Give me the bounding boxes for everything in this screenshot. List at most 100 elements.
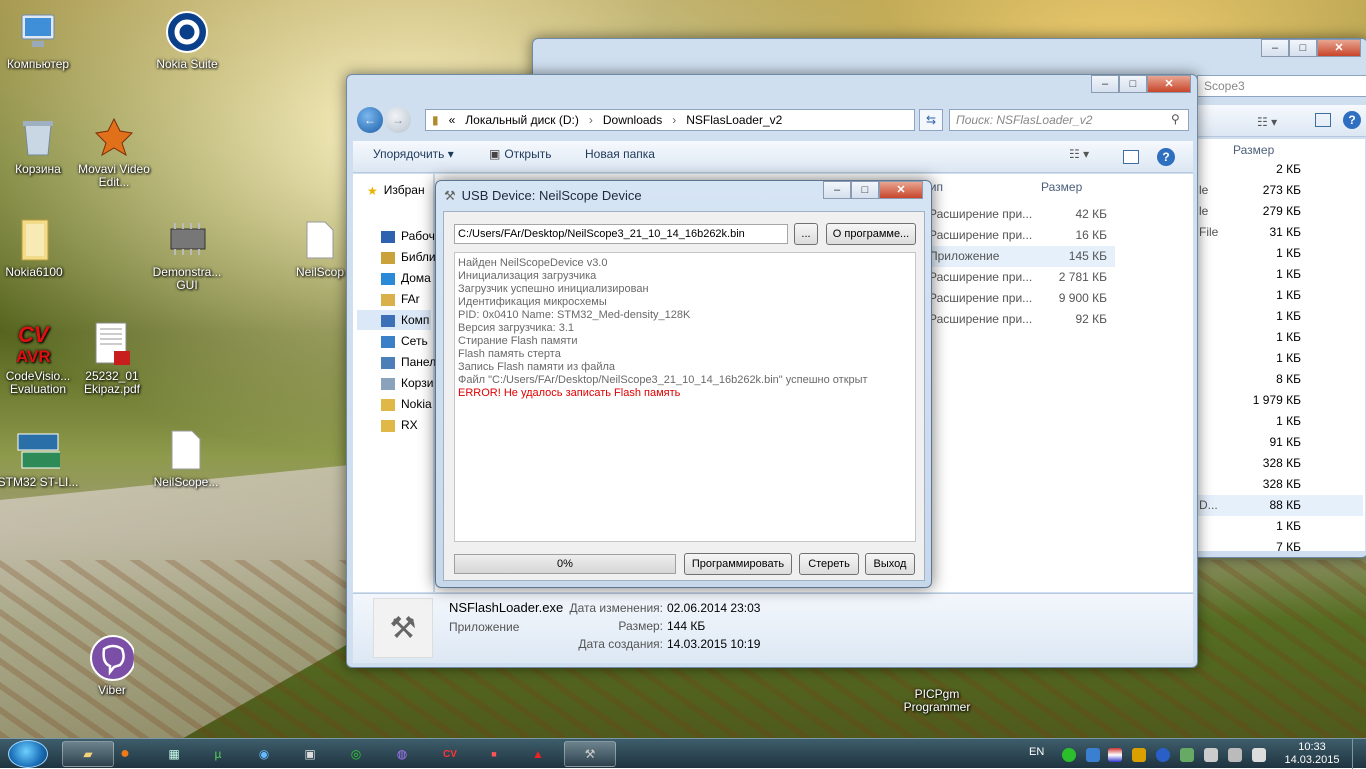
table-row[interactable]: Расширение при... 9 900 КБ (925, 288, 1115, 309)
column-size-header[interactable]: Размер (1233, 143, 1274, 157)
desktop-icon-viber[interactable]: Viber (70, 635, 154, 697)
minimize-button[interactable]: – (1261, 39, 1289, 57)
sidebar-item-8[interactable]: Корзи (381, 373, 433, 393)
table-row[interactable]: 328 КБ (1197, 453, 1363, 474)
desktop-icon-stm32[interactable]: STM32 ST-LI... (0, 428, 80, 489)
erase-button[interactable]: Стереть (799, 553, 859, 575)
sidebar-item-10[interactable]: RX (381, 415, 418, 435)
table-row[interactable]: le 279 КБ (1197, 201, 1363, 222)
table-row[interactable]: File 31 КБ (1197, 222, 1363, 243)
taskbar-app[interactable]: ▣ (284, 741, 336, 767)
clock[interactable]: 10:33 14.03.2015 (1280, 741, 1344, 767)
desktop-icon-pdf[interactable]: 25232_01 Ekipaz.pdf (70, 322, 154, 396)
table-row[interactable]: 91 КБ (1197, 432, 1363, 453)
maximize-button[interactable]: □ (1289, 39, 1317, 57)
tray-safely-remove-icon[interactable] (1204, 748, 1218, 762)
table-row[interactable]: Расширение при... 92 КБ (925, 309, 1115, 330)
desktop-icon-demonstration-gui[interactable]: Demonstra... GUI (145, 218, 229, 292)
table-row[interactable]: 1 КБ (1197, 243, 1363, 264)
close-button[interactable]: ✕ (879, 181, 923, 199)
search-input[interactable]: Поиск: NSFlasLoader_v2 (949, 109, 1189, 131)
table-row[interactable]: Расширение при... 16 КБ (925, 225, 1115, 246)
desktop-icon-nokia6100[interactable]: Nokia6100 (0, 218, 76, 279)
desktop-icon-nokia-suite[interactable]: Nokia Suite (145, 10, 229, 71)
sidebar-item-4[interactable]: FAr (381, 289, 420, 309)
tray-usb-icon[interactable] (1180, 748, 1194, 762)
minimize-button[interactable]: – (1091, 75, 1119, 93)
breadcrumb-drive[interactable]: Локальный диск (D:) (465, 110, 579, 130)
table-row[interactable]: 1 КБ (1197, 411, 1363, 432)
table-row[interactable]: 1 КБ (1197, 285, 1363, 306)
organize-button[interactable]: Упорядочить ▾ (373, 147, 454, 161)
table-row[interactable]: Расширение при... 42 КБ (925, 204, 1115, 225)
preview-pane-icon[interactable] (1123, 150, 1139, 164)
show-desktop-button[interactable] (1352, 739, 1366, 769)
breadcrumb-downloads[interactable]: Downloads (603, 110, 662, 130)
back-button[interactable]: ← (357, 107, 383, 133)
about-button[interactable]: О программе... (826, 223, 916, 245)
taskbar-utorrent[interactable]: µ (192, 741, 244, 767)
taskbar-nokia[interactable]: ◉ (238, 741, 290, 767)
desktop-icon-neilscope-2[interactable]: NeilScope... (144, 428, 228, 489)
view-icon[interactable]: ☷ ▾ (1069, 147, 1089, 161)
breadcrumb-current[interactable]: NSFlasLoader_v2 (686, 110, 782, 130)
help-icon[interactable]: ? (1157, 148, 1175, 166)
table-row[interactable]: 1 КБ (1197, 264, 1363, 285)
table-row[interactable]: 1 КБ (1197, 327, 1363, 348)
breadcrumb-overflow[interactable]: « (449, 110, 456, 130)
refresh-icon[interactable]: ⇆ (919, 109, 943, 131)
sidebar-item-7[interactable]: Панел (381, 352, 436, 372)
new-folder-button[interactable]: Новая папка (585, 147, 655, 161)
taskbar-icq[interactable]: ◎ (330, 741, 382, 767)
exit-button[interactable]: Выход (865, 553, 915, 575)
tray-flag-icon[interactable] (1108, 748, 1122, 762)
sidebar-item-2[interactable]: Библи (381, 247, 436, 267)
address-bar[interactable]: ▮ « Локальный диск (D:) › Downloads › NS… (425, 109, 915, 131)
tray-network-icon[interactable] (1086, 748, 1100, 762)
maximize-button[interactable]: □ (1119, 75, 1147, 93)
help-icon[interactable]: ? (1343, 111, 1361, 129)
desktop-icon-computer[interactable]: Компьютер (0, 10, 80, 71)
table-row[interactable]: 7 КБ (1197, 537, 1363, 558)
table-row[interactable]: 8 КБ (1197, 369, 1363, 390)
tray-monitor-icon[interactable] (1228, 748, 1242, 762)
table-row[interactable]: 1 КБ (1197, 516, 1363, 537)
maximize-button[interactable]: □ (851, 181, 879, 199)
table-row[interactable]: Приложение 145 КБ (925, 246, 1115, 267)
sidebar-item-9[interactable]: Nokia (381, 394, 432, 414)
bluetooth-icon[interactable] (1156, 748, 1170, 762)
volume-icon[interactable] (1252, 748, 1266, 762)
close-button[interactable]: ✕ (1317, 39, 1361, 57)
table-row[interactable]: 1 979 КБ (1197, 390, 1363, 411)
desktop-icon-neilscope-1[interactable]: NeilScop (290, 218, 350, 279)
taskbar-viber[interactable]: ◍ (376, 741, 428, 767)
preview-pane-icon[interactable] (1315, 113, 1331, 127)
table-row[interactable]: le 273 КБ (1197, 180, 1363, 201)
sidebar-item-3[interactable]: Дома (381, 268, 431, 288)
sidebar-item-0[interactable]: ★ Избран (367, 180, 425, 200)
table-row[interactable]: D... 88 КБ (1197, 495, 1363, 516)
table-row[interactable]: 1 КБ (1197, 306, 1363, 327)
table-row[interactable]: 1 КБ (1197, 348, 1363, 369)
taskbar-nsflashloader[interactable]: ⚒ (564, 741, 616, 767)
column-size-header[interactable]: Размер (1041, 180, 1082, 194)
taskbar-pdf[interactable]: ▲ (512, 741, 564, 767)
file-path-field[interactable]: C:/Users/FAr/Desktop/NeilScope3_21_10_14… (454, 224, 788, 244)
tray-app-icon[interactable] (1132, 748, 1146, 762)
table-row[interactable]: 328 КБ (1197, 474, 1363, 495)
sidebar-item-1[interactable]: Рабочи (381, 226, 442, 246)
open-button[interactable]: ▣ Открыть (489, 147, 551, 161)
view-icon[interactable]: ☷ ▾ (1257, 115, 1277, 129)
desktop-icon-movavi[interactable]: Movavi Video Edit... (72, 115, 156, 189)
back-window-address[interactable]: Scope3 (1197, 75, 1366, 97)
taskbar-firefox[interactable]: ● (100, 741, 150, 767)
tray-icq-icon[interactable] (1062, 748, 1076, 762)
search-icon[interactable]: ⚲ (1171, 112, 1180, 126)
forward-button[interactable]: → (385, 107, 411, 133)
close-button[interactable]: ✕ (1147, 75, 1191, 93)
table-row[interactable]: Расширение при... 2 781 КБ (925, 267, 1115, 288)
sidebar-item-6[interactable]: Сеть (381, 331, 428, 351)
browse-button[interactable]: ... (794, 223, 818, 245)
usb-device-dialog[interactable]: ⚒ USB Device: NeilScope Device – □ ✕ C:/U… (435, 180, 932, 588)
language-indicator[interactable]: EN (1029, 746, 1044, 758)
